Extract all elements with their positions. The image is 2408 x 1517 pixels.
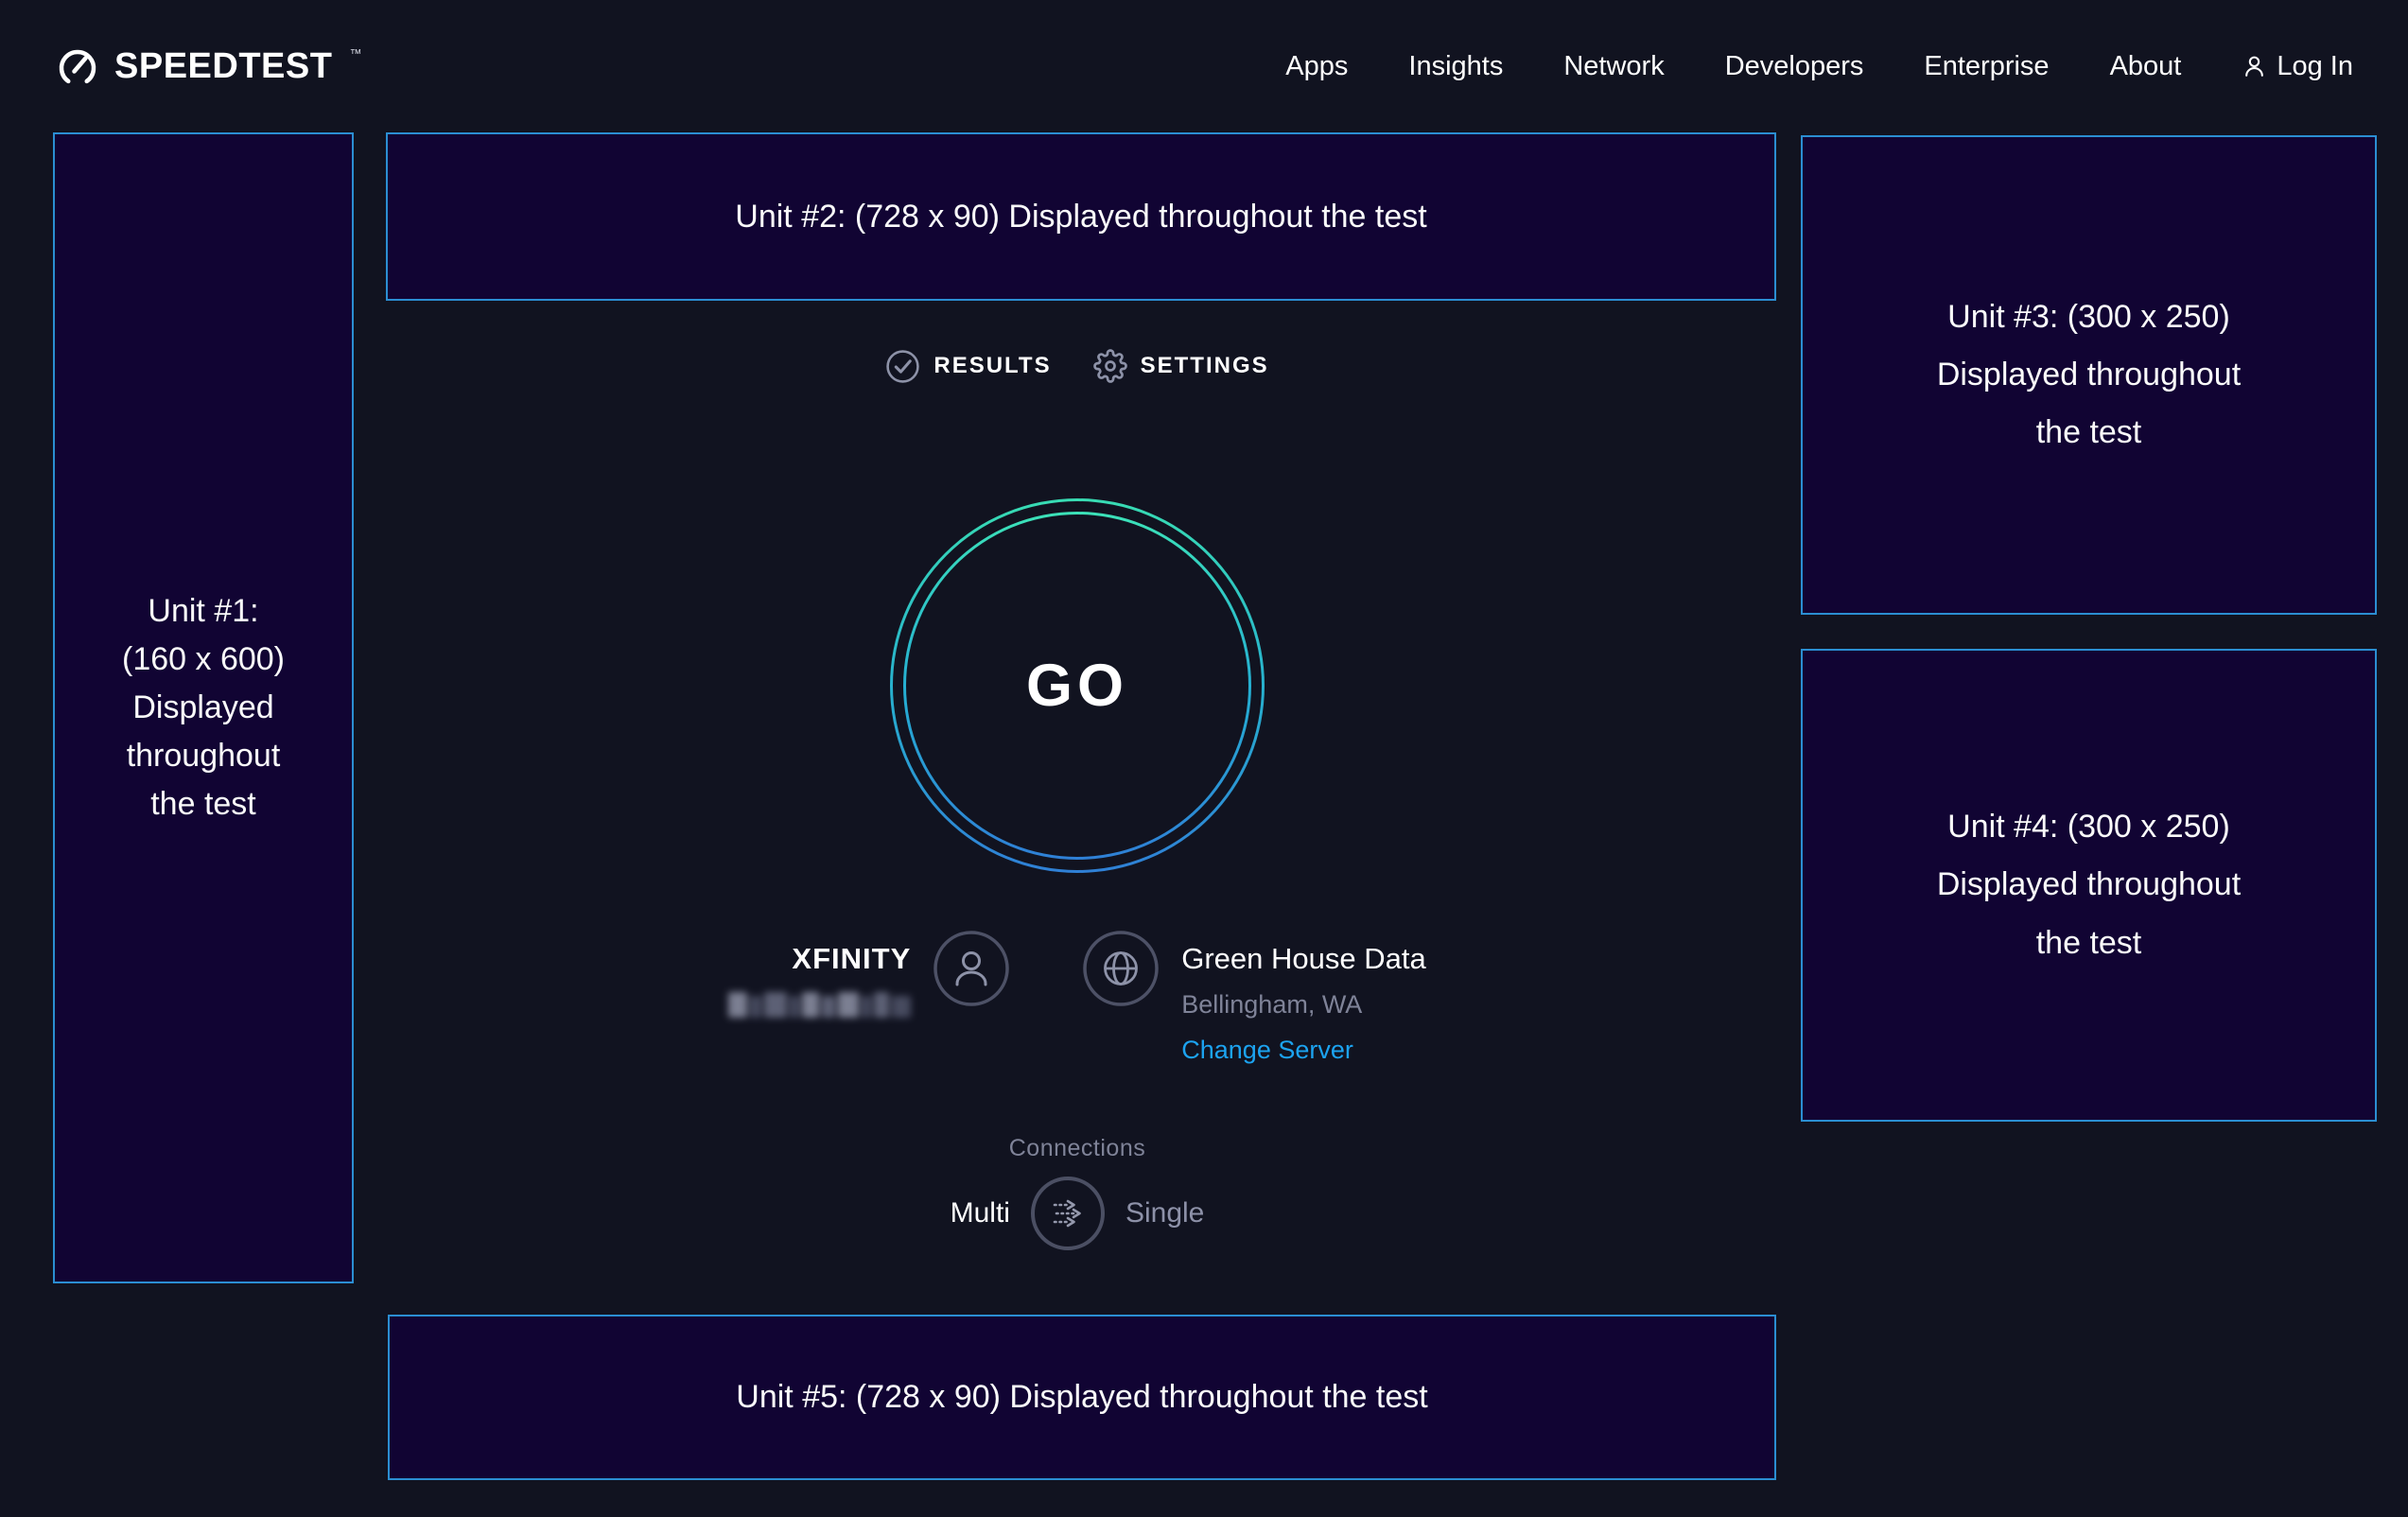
server-location: Bellingham, WA xyxy=(1181,990,1425,1020)
ad-unit-1[interactable]: Unit #1: (160 x 600) Displayed throughou… xyxy=(53,132,354,1283)
multi-arrows-icon xyxy=(1046,1192,1090,1235)
tab-results[interactable]: RESULTS xyxy=(885,349,1051,384)
ip-address-redacted xyxy=(728,992,911,1018)
tab-bar: RESULTS SETTINGS xyxy=(354,346,1801,386)
connection-info-row: XFINITY xyxy=(354,931,1801,1065)
nav-item-about[interactable]: About xyxy=(2110,51,2182,82)
speedometer-icon xyxy=(55,44,100,89)
nav-item-network[interactable]: Network xyxy=(1563,51,1664,82)
go-button-area: GO xyxy=(354,498,1801,873)
logo-wordmark: SPEEDTEST xyxy=(114,46,332,87)
connections-option-single[interactable]: Single xyxy=(1125,1197,1204,1229)
check-circle-icon xyxy=(885,349,920,384)
connections-toggle-button[interactable] xyxy=(1031,1177,1105,1250)
connections-label: Connections xyxy=(354,1135,1801,1162)
isp-name: XFINITY xyxy=(728,942,911,976)
isp-info: XFINITY xyxy=(728,931,1009,1018)
login-label: Log In xyxy=(2277,51,2353,82)
login-button[interactable]: Log In xyxy=(2242,51,2353,82)
ad-unit-3-text: Unit #3: (300 x 250) Displayed throughou… xyxy=(1937,288,2241,462)
ad-unit-3[interactable]: Unit #3: (300 x 250) Displayed throughou… xyxy=(1801,135,2377,615)
main-content: RESULTS SETTINGS GO xyxy=(354,132,1801,1494)
go-button-label: GO xyxy=(1026,652,1128,720)
main-nav: Apps Insights Network Developers Enterpr… xyxy=(1285,51,2353,82)
isp-user-icon xyxy=(934,931,1009,1006)
top-nav-bar: SPEEDTEST ™ Apps Insights Network Develo… xyxy=(0,0,2408,132)
nav-item-enterprise[interactable]: Enterprise xyxy=(1924,51,2049,82)
go-button[interactable]: GO xyxy=(890,498,1265,873)
nav-item-apps[interactable]: Apps xyxy=(1285,51,1348,82)
server-name: Green House Data xyxy=(1181,942,1425,976)
ad-unit-4-text: Unit #4: (300 x 250) Displayed throughou… xyxy=(1937,798,2241,972)
nav-item-insights[interactable]: Insights xyxy=(1408,51,1503,82)
speedtest-logo[interactable]: SPEEDTEST ™ xyxy=(55,44,361,89)
connections-toggle-row: Multi Single xyxy=(354,1177,1801,1250)
connections-option-multi[interactable]: Multi xyxy=(951,1197,1010,1229)
ad-unit-4[interactable]: Unit #4: (300 x 250) Displayed throughou… xyxy=(1801,649,2377,1122)
server-info: Green House Data Bellingham, WA Change S… xyxy=(1083,931,1425,1065)
tab-settings-label: SETTINGS xyxy=(1141,353,1269,379)
user-icon xyxy=(2242,54,2267,79)
change-server-link[interactable]: Change Server xyxy=(1181,1036,1425,1065)
nav-item-developers[interactable]: Developers xyxy=(1725,51,1864,82)
ad-unit-1-text: Unit #1: (160 x 600) Displayed throughou… xyxy=(122,587,285,828)
speedtest-page: SPEEDTEST ™ Apps Insights Network Develo… xyxy=(0,0,2408,1517)
logo-trademark: ™ xyxy=(349,46,361,61)
tab-settings[interactable]: SETTINGS xyxy=(1093,349,1269,383)
tab-results-label: RESULTS xyxy=(934,353,1051,379)
gear-icon xyxy=(1093,349,1127,383)
globe-icon xyxy=(1083,931,1159,1006)
